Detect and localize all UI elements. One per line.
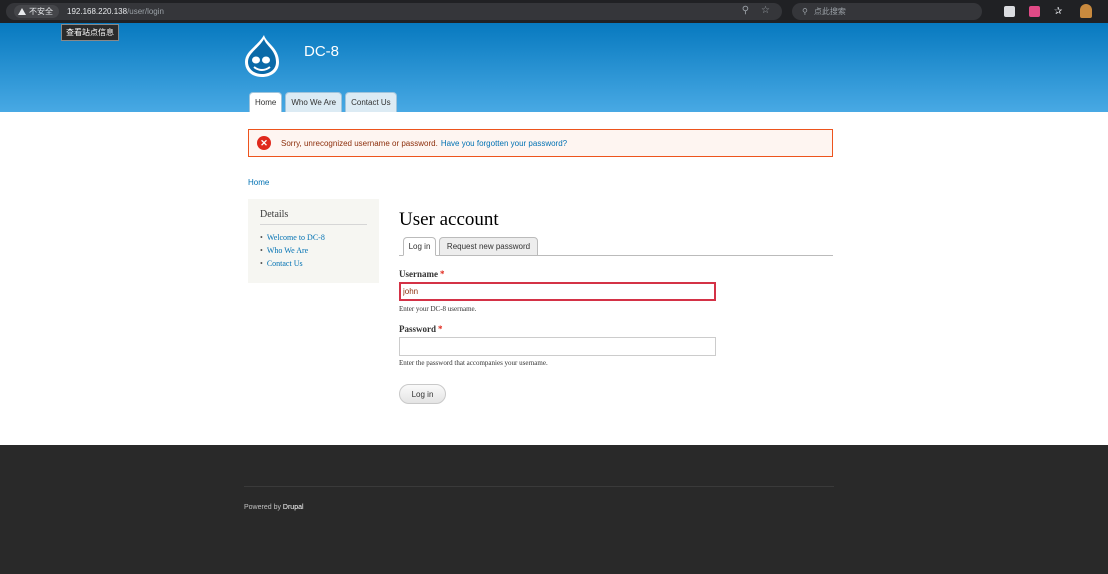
extension-icon[interactable] bbox=[1029, 5, 1040, 17]
search-icon: ⚲ bbox=[802, 7, 808, 16]
browser-toolbar: 不安全 192.168.220.138 /user/login ⚲ ☆ ⚲ 点此… bbox=[0, 0, 1108, 23]
sidebar-details-block: Details Welcome to DC-8 Who We Are Conta… bbox=[248, 199, 379, 283]
log-in-button[interactable]: Log in bbox=[399, 384, 446, 404]
site-header: DC-8 Home Who We Are Contact Us bbox=[0, 23, 1108, 112]
password-label-text: Password bbox=[399, 324, 437, 334]
error-message: ✕ Sorry, unrecognized username or passwo… bbox=[248, 129, 833, 157]
error-message-text: Sorry, unrecognized username or password… bbox=[281, 138, 438, 148]
star-icon[interactable]: ☆ bbox=[761, 5, 770, 16]
tab-log-in[interactable]: Log in bbox=[403, 237, 436, 256]
account-tabs: Log in Request new password bbox=[399, 237, 833, 256]
browser-search-box[interactable]: ⚲ 点此搜索 bbox=[792, 3, 982, 20]
warning-icon bbox=[18, 8, 26, 15]
security-label: 不安全 bbox=[29, 7, 53, 16]
url-host: 192.168.220.138 bbox=[67, 7, 128, 16]
site-info-button[interactable]: 不安全 bbox=[14, 5, 59, 18]
sidebar-title: Details bbox=[260, 209, 367, 225]
menu-item-who-we-are[interactable]: Who We Are bbox=[285, 92, 343, 112]
error-icon: ✕ bbox=[257, 136, 271, 150]
username-label-text: Username bbox=[399, 269, 438, 279]
footer-divider bbox=[244, 486, 834, 487]
password-label: Password * bbox=[399, 324, 443, 334]
main-menu: Home Who We Are Contact Us bbox=[249, 92, 397, 112]
password-description: Enter the password that accompanies your… bbox=[399, 359, 548, 367]
url-path: /user/login bbox=[127, 7, 164, 16]
password-input[interactable] bbox=[399, 337, 716, 356]
required-marker: * bbox=[440, 269, 445, 279]
page-title: User account bbox=[399, 209, 499, 230]
breadcrumb[interactable]: Home bbox=[248, 178, 269, 187]
sidebar-item-contact-us[interactable]: Contact Us bbox=[260, 257, 367, 270]
key-icon[interactable]: ⚲ bbox=[742, 5, 749, 16]
required-marker: * bbox=[438, 324, 443, 334]
search-placeholder: 点此搜索 bbox=[813, 7, 846, 16]
sidebar-item-who-we-are[interactable]: Who We Are bbox=[260, 244, 367, 257]
username-label: Username * bbox=[399, 269, 445, 279]
menu-item-home[interactable]: Home bbox=[249, 92, 283, 112]
sidebar-icon[interactable] bbox=[1004, 5, 1015, 17]
footer-prefix: Powered by bbox=[244, 504, 281, 511]
site-name[interactable]: DC-8 bbox=[304, 43, 339, 60]
footer-credit: Powered by Drupal bbox=[244, 504, 304, 511]
site-footer: Powered by Drupal bbox=[0, 445, 1108, 574]
drupal-link[interactable]: Drupal bbox=[283, 504, 304, 511]
sidebar-item-welcome[interactable]: Welcome to DC-8 bbox=[260, 231, 367, 244]
forgot-password-link[interactable]: Have you forgotten your password? bbox=[441, 139, 567, 148]
tab-request-new-password[interactable]: Request new password bbox=[439, 237, 538, 256]
address-bar[interactable]: 不安全 192.168.220.138 /user/login ⚲ ☆ bbox=[6, 3, 782, 20]
site-info-tooltip: 查看站点信息 bbox=[61, 24, 119, 41]
profile-avatar[interactable] bbox=[1080, 4, 1092, 18]
menu-item-contact-us[interactable]: Contact Us bbox=[345, 92, 397, 112]
drupal-logo-icon[interactable] bbox=[244, 34, 280, 78]
username-description: Enter your DC-8 username. bbox=[399, 305, 477, 313]
favorites-icon[interactable]: ✰ bbox=[1054, 6, 1066, 17]
username-input[interactable] bbox=[399, 282, 716, 301]
